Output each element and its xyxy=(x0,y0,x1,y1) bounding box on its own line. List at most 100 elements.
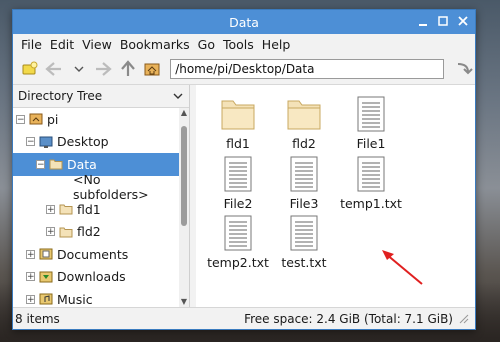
tree-item-downloads[interactable]: + Downloads xyxy=(13,266,179,289)
go-button[interactable] xyxy=(453,58,475,80)
home-folder-icon xyxy=(29,113,43,125)
minimize-button[interactable] xyxy=(415,13,431,29)
file-label: File3 xyxy=(289,196,319,211)
downloads-icon xyxy=(39,271,53,283)
tree-item-label: pi xyxy=(47,111,59,127)
file-label: test.txt xyxy=(281,255,327,270)
tree-item-empty: <No subfolders> xyxy=(13,172,179,202)
tree-item-desktop[interactable]: − Desktop xyxy=(13,131,179,154)
tree-item-label: Documents xyxy=(57,246,129,262)
history-dropdown[interactable] xyxy=(68,58,90,80)
menu-tools[interactable]: Tools xyxy=(219,37,258,52)
chevron-down-icon xyxy=(74,66,84,72)
folder-icon xyxy=(49,159,63,170)
tree-item-fld2[interactable]: + fld2 xyxy=(13,221,179,244)
menu-file[interactable]: File xyxy=(17,37,46,52)
file-item-test[interactable]: test.txt xyxy=(269,215,339,270)
text-file-icon xyxy=(357,156,385,192)
file-item-fld1[interactable]: fld1 xyxy=(203,96,273,151)
file-label: temp2.txt xyxy=(207,255,269,270)
tree-item-label: Data xyxy=(67,156,97,172)
menu-bookmarks[interactable]: Bookmarks xyxy=(116,37,194,52)
resize-grip-icon xyxy=(459,314,469,323)
toolbar xyxy=(13,54,475,85)
expand-toggle[interactable]: + xyxy=(46,227,55,237)
tree-item-label: Downloads xyxy=(57,269,126,285)
home-button[interactable] xyxy=(142,58,164,80)
file-label: temp1.txt xyxy=(340,196,402,211)
maximize-icon xyxy=(438,16,448,26)
side-pane-title: Directory Tree xyxy=(18,89,103,103)
title-bar[interactable]: Data xyxy=(13,10,475,34)
collapse-toggle[interactable]: − xyxy=(26,137,35,147)
menu-go[interactable]: Go xyxy=(194,37,219,52)
menu-edit[interactable]: Edit xyxy=(46,37,78,52)
folder-icon xyxy=(221,100,255,130)
new-tab-button[interactable] xyxy=(19,58,41,80)
text-file-icon xyxy=(224,156,252,192)
window-title: Data xyxy=(229,14,259,30)
side-pane-header[interactable]: Directory Tree xyxy=(13,85,189,108)
expand-toggle[interactable]: + xyxy=(26,249,35,259)
tree-item-label: fld1 xyxy=(77,201,101,217)
text-file-icon xyxy=(290,156,318,192)
back-button[interactable] xyxy=(44,58,66,80)
tree-item-music[interactable]: + Music xyxy=(13,288,179,307)
scroll-down-icon[interactable]: ▼ xyxy=(179,297,189,307)
scrollbar-thumb[interactable] xyxy=(181,126,187,226)
folder-icon xyxy=(287,100,321,130)
text-file-icon xyxy=(290,215,318,251)
minimize-icon xyxy=(419,24,427,26)
tree-scrollbar[interactable]: ▲ ▼ xyxy=(179,108,189,307)
text-file-icon xyxy=(224,215,252,251)
forward-button[interactable] xyxy=(93,58,115,80)
side-pane: Directory Tree − pi − Desktop − Data <No… xyxy=(13,85,190,307)
expand-toggle[interactable]: + xyxy=(46,204,55,214)
directory-tree: − pi − Desktop − Data <No subfolders> + … xyxy=(13,108,179,307)
close-button[interactable] xyxy=(455,13,471,29)
item-count: 8 items xyxy=(15,311,60,326)
maximize-button[interactable] xyxy=(435,13,451,29)
expand-toggle[interactable]: + xyxy=(26,294,35,304)
annotation-arrow-icon xyxy=(382,250,423,285)
expand-toggle[interactable]: + xyxy=(26,272,35,282)
up-arrow-icon xyxy=(121,60,135,76)
collapse-toggle[interactable]: − xyxy=(16,114,25,124)
tree-item-pi[interactable]: − pi xyxy=(13,108,179,131)
music-icon xyxy=(39,293,53,305)
file-item-file2[interactable]: File2 xyxy=(203,156,273,211)
home-icon xyxy=(144,63,160,76)
menu-bar: File Edit View Bookmarks Go Tools Help xyxy=(13,34,475,54)
documents-icon xyxy=(39,248,53,260)
file-label: File1 xyxy=(356,136,386,151)
tree-item-documents[interactable]: + Documents xyxy=(13,243,179,266)
folder-icon xyxy=(59,227,73,238)
tree-item-label: fld2 xyxy=(77,224,101,240)
address-bar[interactable] xyxy=(170,59,445,79)
collapse-toggle[interactable]: − xyxy=(36,159,45,169)
menu-help[interactable]: Help xyxy=(258,37,295,52)
file-item-file1[interactable]: File1 xyxy=(336,96,406,151)
close-icon xyxy=(458,16,468,26)
new-tab-icon xyxy=(22,61,38,75)
up-button[interactable] xyxy=(117,58,139,80)
file-item-temp1[interactable]: temp1.txt xyxy=(336,156,406,211)
file-item-temp2[interactable]: temp2.txt xyxy=(203,215,273,270)
file-item-file3[interactable]: File3 xyxy=(269,156,339,211)
scroll-up-icon[interactable]: ▲ xyxy=(179,108,189,118)
file-view: fld1 fld2 File1 File2 File3 temp1.txt te… xyxy=(196,85,475,307)
tree-item-label: Music xyxy=(57,291,93,307)
go-jump-icon xyxy=(458,63,473,75)
tree-item-fld1[interactable]: + fld1 xyxy=(13,198,179,221)
chevron-down-icon xyxy=(173,93,183,99)
text-file-icon xyxy=(357,96,385,132)
status-bar: 8 items Free space: 2.4 GiB (Total: 7.1 … xyxy=(13,307,475,329)
menu-view[interactable]: View xyxy=(78,37,116,52)
file-label: File2 xyxy=(223,196,253,211)
file-item-fld2[interactable]: fld2 xyxy=(269,96,339,151)
file-label: fld1 xyxy=(226,136,250,151)
tree-item-label: Desktop xyxy=(57,134,109,150)
back-arrow-icon xyxy=(45,62,62,76)
free-space: Free space: 2.4 GiB (Total: 7.1 GiB) xyxy=(244,311,453,326)
forward-arrow-icon xyxy=(96,62,113,76)
